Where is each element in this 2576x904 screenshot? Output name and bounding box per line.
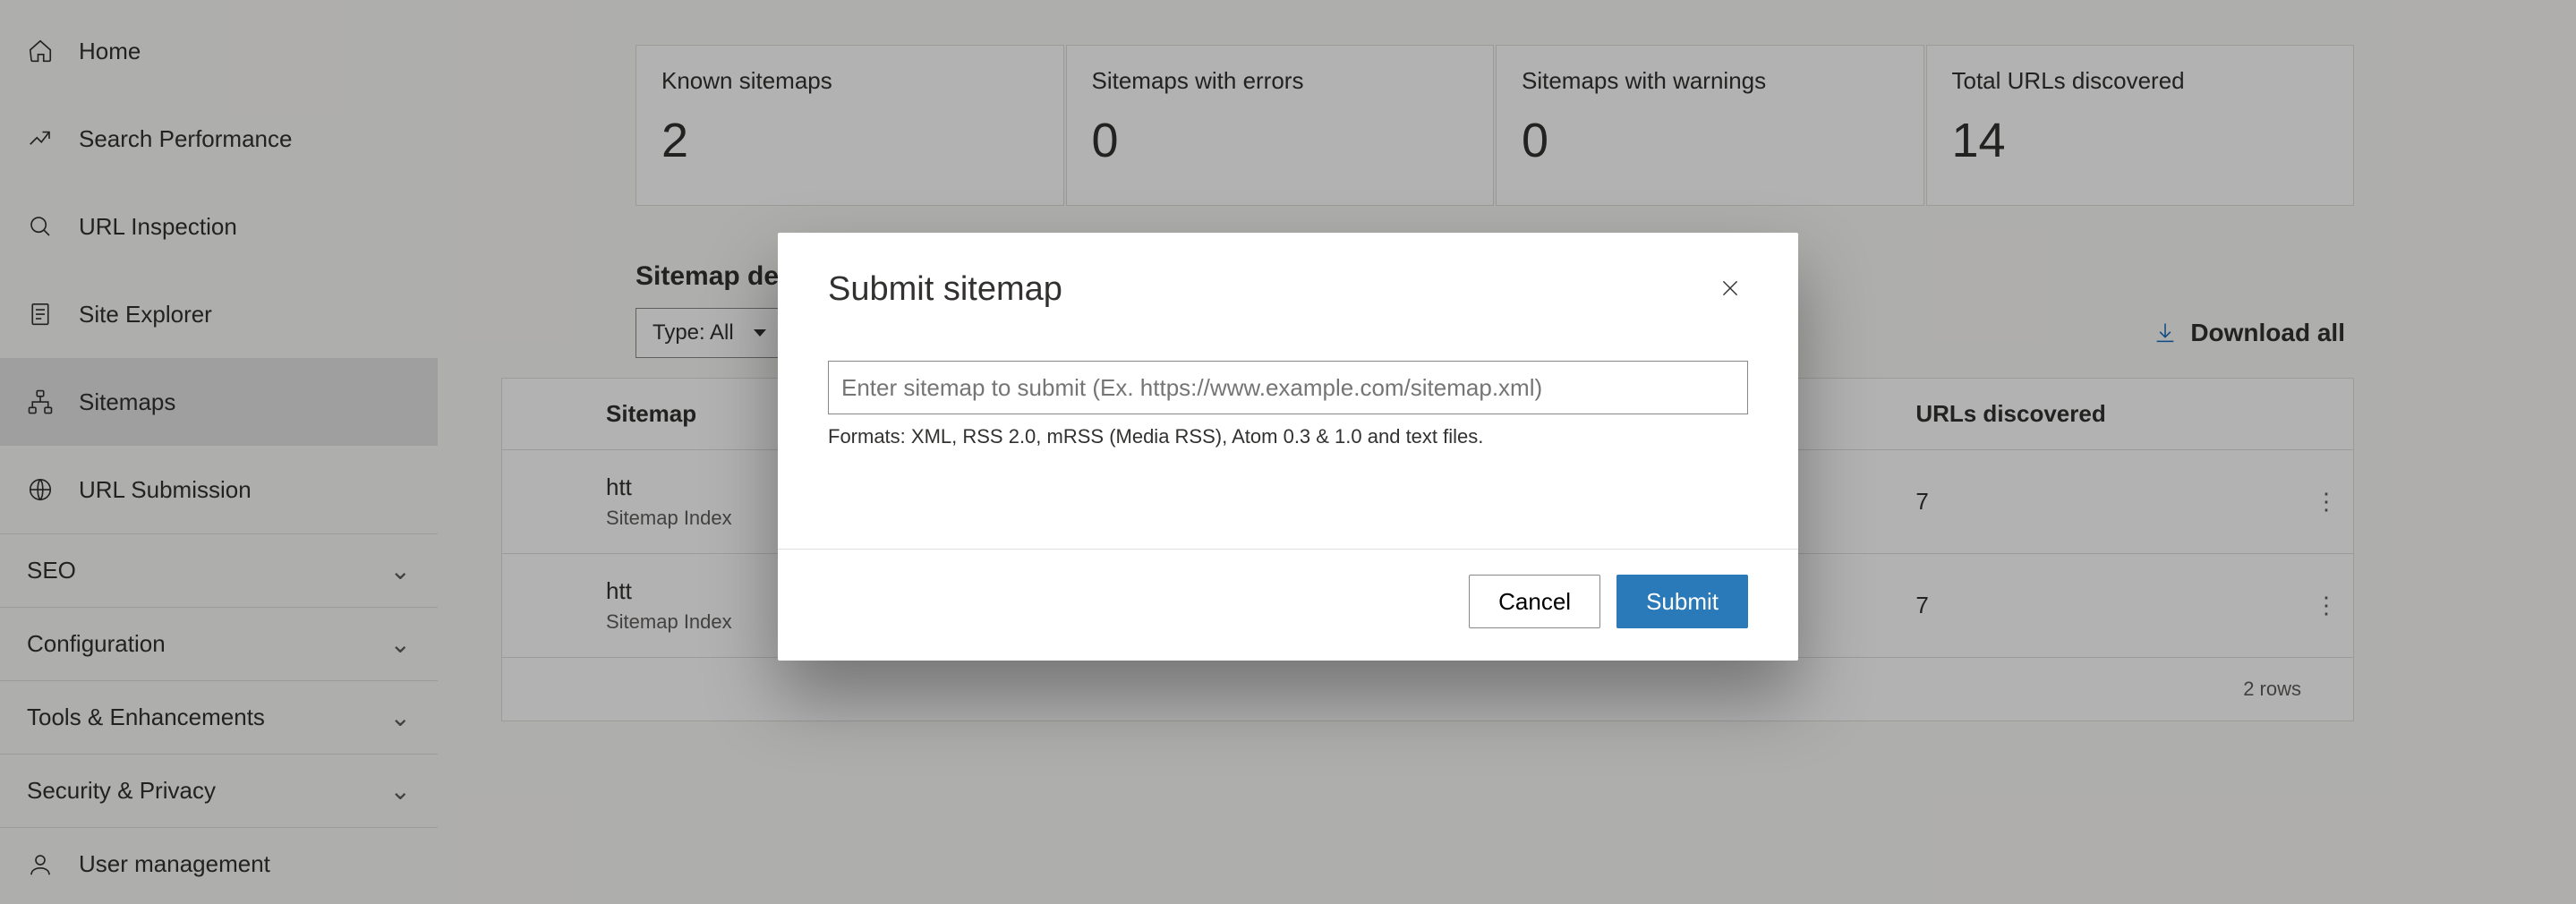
cancel-button[interactable]: Cancel	[1469, 575, 1600, 628]
sitemap-url-input[interactable]	[828, 361, 1748, 414]
modal-title: Submit sitemap	[828, 270, 1062, 309]
submit-sitemap-modal: Submit sitemap Formats: XML, RSS 2.0, mR…	[778, 233, 1798, 661]
close-icon	[1719, 277, 1742, 300]
modal-separator	[778, 549, 1798, 550]
modal-hint: Formats: XML, RSS 2.0, mRSS (Media RSS),…	[828, 425, 1748, 448]
modal-close-button[interactable]	[1712, 270, 1748, 306]
modal-actions: Cancel Submit	[828, 575, 1748, 628]
submit-button[interactable]: Submit	[1616, 575, 1748, 628]
